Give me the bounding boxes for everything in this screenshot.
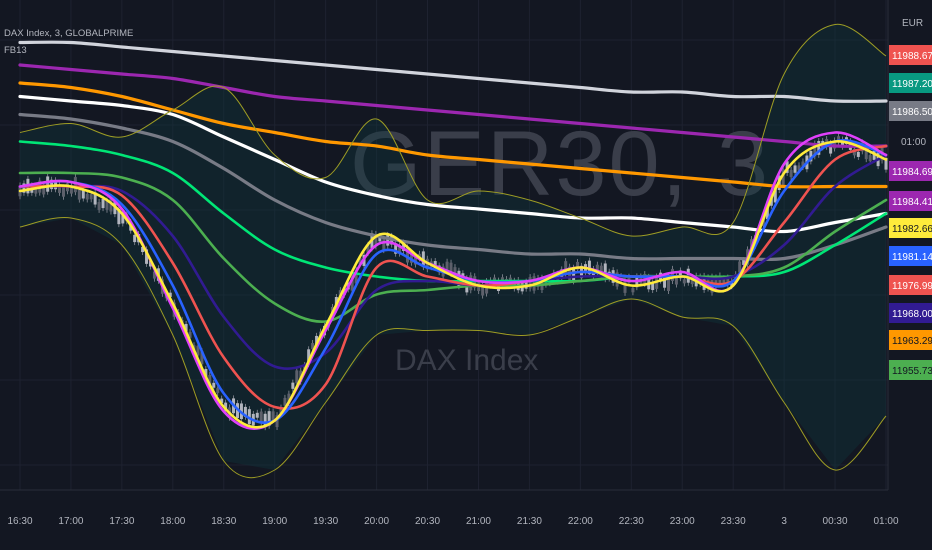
time-axis-label: 23:00 [670, 516, 695, 527]
candle-body [793, 165, 797, 173]
price-tag: 11987.20 [889, 73, 932, 93]
price-tag: 11984.69 [889, 161, 932, 181]
candle-body [295, 370, 299, 384]
candle-body [868, 155, 872, 162]
time-axis-label: 22:30 [619, 516, 644, 527]
candle-body [216, 388, 220, 393]
candle-body [271, 411, 275, 420]
time-axis-label: 21:30 [517, 516, 542, 527]
price-tag: 11955.73 [889, 360, 932, 380]
indicator-label[interactable]: FB13 [4, 45, 27, 56]
price-tag-label: 11963.29 [892, 336, 932, 347]
time-axis-label: 19:00 [262, 516, 287, 527]
price-tag-label: 11986.50 [892, 107, 932, 118]
candle-body [133, 234, 137, 243]
price-tag-label: 11987.20 [892, 79, 932, 90]
price-tag-label: 11955.73 [892, 366, 932, 377]
candle-body [789, 169, 793, 178]
price-tag: 11988.67 [889, 45, 932, 65]
price-tag: 11981.14 [889, 246, 932, 266]
candle-body [682, 279, 686, 284]
candle-body [73, 177, 77, 193]
price-tag-label: 11988.67 [892, 51, 932, 62]
time-axis-label: 20:00 [364, 516, 389, 527]
candle-body [856, 151, 860, 157]
candle-body [85, 193, 89, 200]
price-tag-label: 11984.41 [892, 197, 932, 208]
price-tag-label: 11976.99 [892, 281, 932, 292]
candle-body [77, 189, 81, 200]
price-tag: 11963.29 [889, 330, 932, 350]
time-axis-label: 18:00 [160, 516, 185, 527]
candle-body [670, 268, 674, 282]
time-axis-label: 22:00 [568, 516, 593, 527]
time-axis-label: 17:00 [58, 516, 83, 527]
time-axis-label: 18:30 [211, 516, 236, 527]
price-chart[interactable]: GER30, 3 DAX Index EUR 11988.6711987.201… [0, 0, 932, 550]
time-axis-label: 16:30 [7, 516, 32, 527]
time-axis-label: 00:30 [823, 516, 848, 527]
time-axis-label: 21:00 [466, 516, 491, 527]
time-axis-label: 20:30 [415, 516, 440, 527]
symbol-title[interactable]: DAX Index, 3, GLOBALPRIME [4, 28, 133, 39]
candle-body [101, 198, 105, 209]
price-tag-label: 11968.00 [892, 309, 932, 320]
candle-body [631, 288, 635, 293]
time-axis-label: 23:30 [721, 516, 746, 527]
price-tag-time: 01:00 [889, 131, 932, 151]
currency-label: EUR [902, 18, 923, 29]
price-tag: 11984.41 [889, 191, 932, 211]
price-tag: 11986.50 [889, 101, 932, 121]
price-tag: 11976.99 [889, 275, 932, 295]
price-tag-label: 11984.69 [892, 167, 932, 178]
price-tag-label: 01:00 [901, 137, 926, 148]
candle-body [212, 382, 216, 388]
time-axis-label: 01:00 [873, 516, 898, 527]
time-axis-label: 17:30 [109, 516, 134, 527]
price-tag: 11968.00 [889, 303, 932, 323]
candle-body [255, 412, 259, 418]
candle-body [61, 187, 65, 197]
time-axis-label: 19:30 [313, 516, 338, 527]
candle-body [89, 194, 93, 200]
price-tag: 11982.66 [889, 218, 932, 238]
candle-body [382, 238, 386, 251]
candle-body [291, 382, 295, 389]
candle-body [97, 202, 101, 210]
price-tag-label: 11982.66 [892, 224, 932, 235]
candle-body [46, 176, 50, 192]
watermark-name: DAX Index [395, 344, 538, 377]
time-axis-label: 3 [781, 516, 787, 527]
price-tag-label: 11981.14 [892, 252, 932, 263]
